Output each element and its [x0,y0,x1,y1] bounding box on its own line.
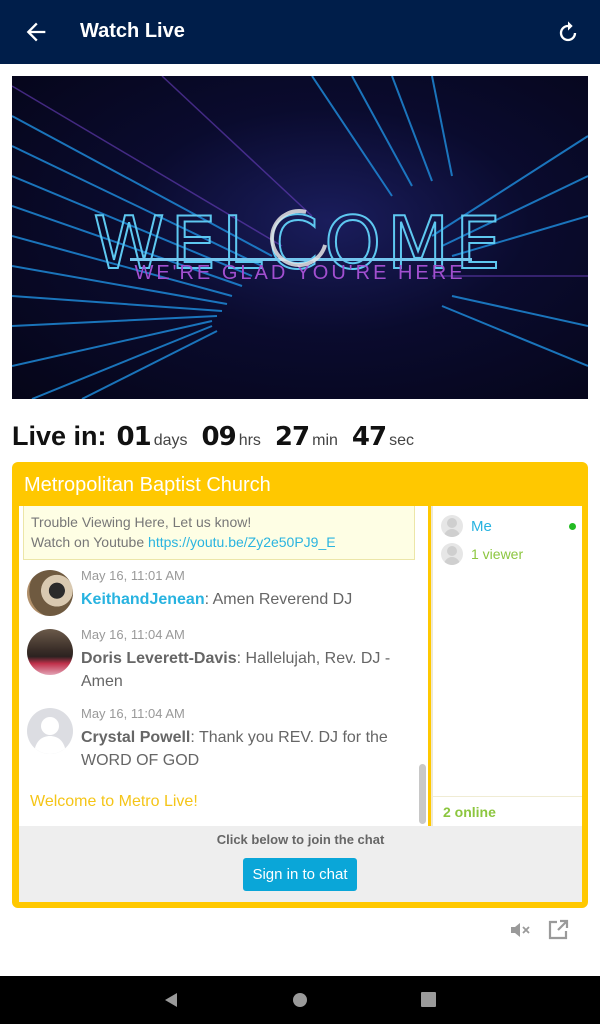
countdown-minutes-unit: min [312,432,338,449]
app-bar: Watch Live [0,0,600,64]
countdown-label: Live in: [12,421,107,451]
avatar [27,629,73,675]
message-time: May 16, 11:04 AM [81,627,185,642]
online-status-icon [569,523,576,530]
nav-home-icon[interactable] [292,992,308,1008]
chat-messages[interactable]: Trouble Viewing Here, Let us know! Watch… [19,506,428,826]
chat-title: Metropolitan Baptist Church [24,474,271,496]
message-body: KeithandJenean: Amen Reverend DJ [81,588,411,611]
page-title: Watch Live [80,20,185,42]
arrow-left-icon[interactable] [22,18,50,46]
notice-line1: Trouble Viewing Here, Let us know! [31,514,252,530]
video-player[interactable]: WELCOME WE'RE GLAD YOU'RE HERE [12,76,588,399]
message-author[interactable]: KeithandJenean [81,591,205,608]
message-text: : Amen Reverend DJ [204,591,353,608]
default-user-icon [34,717,66,754]
countdown-hours: 09 [201,422,237,452]
online-count: 2 online [433,796,582,826]
external-link-icon[interactable] [546,918,570,942]
user-list: Me 1 viewer 2 online [431,506,582,826]
message-time: May 16, 11:04 AM [81,706,185,721]
viewer-count-row: 1 viewer [441,543,523,565]
countdown-days: 01 [116,422,152,452]
message-time: May 16, 11:01 AM [81,568,185,583]
refresh-icon[interactable] [554,19,582,47]
message-author[interactable]: Doris Leverett-Davis [81,650,237,667]
join-hint: Click below to join the chat [216,832,385,847]
user-avatar-icon [441,515,463,537]
chat-widget: Metropolitan Baptist Church Trouble View… [12,462,588,908]
countdown-days-unit: days [153,432,188,449]
countdown-seconds-unit: sec [389,432,414,449]
avatar [27,570,73,616]
viewer-avatar-icon [441,543,463,565]
welcome-message: Welcome to Metro Live! [30,793,198,810]
countdown-seconds: 47 [351,422,387,452]
countdown-minutes: 27 [274,422,310,452]
sign-in-button[interactable]: Sign in to chat [243,858,357,891]
notice-line2: Watch on Youtube https://youtu.be/Zy2e50… [31,532,407,552]
join-chat-panel: Click below to join the chat Sign in to … [19,826,582,902]
user-name: Me [471,517,492,535]
pinned-notice: Trouble Viewing Here, Let us know! Watch… [23,506,415,560]
countdown-hours-unit: hrs [238,432,261,449]
user-item-me[interactable]: Me [441,515,492,537]
nav-back-icon[interactable] [163,992,179,1008]
viewer-count: 1 viewer [471,546,524,562]
volume-mute-icon[interactable] [508,918,532,942]
message-body: Crystal Powell: Thank you REV. DJ for th… [81,726,411,772]
notice-prefix: Watch on Youtube [31,534,149,550]
message-body: Doris Leverett-Davis: Hallelujah, Rev. D… [81,647,411,693]
youtube-link[interactable]: https://youtu.be/Zy2e50PJ9_E [148,534,336,550]
chat-scrollbar[interactable] [419,764,426,824]
message-author[interactable]: Crystal Powell [81,729,190,746]
live-countdown: Live in: 01 days 09 hrs 27 min 47 sec [12,421,428,452]
system-nav-bar [0,976,600,1024]
nav-recents-icon[interactable] [421,992,436,1007]
avatar [27,708,73,754]
